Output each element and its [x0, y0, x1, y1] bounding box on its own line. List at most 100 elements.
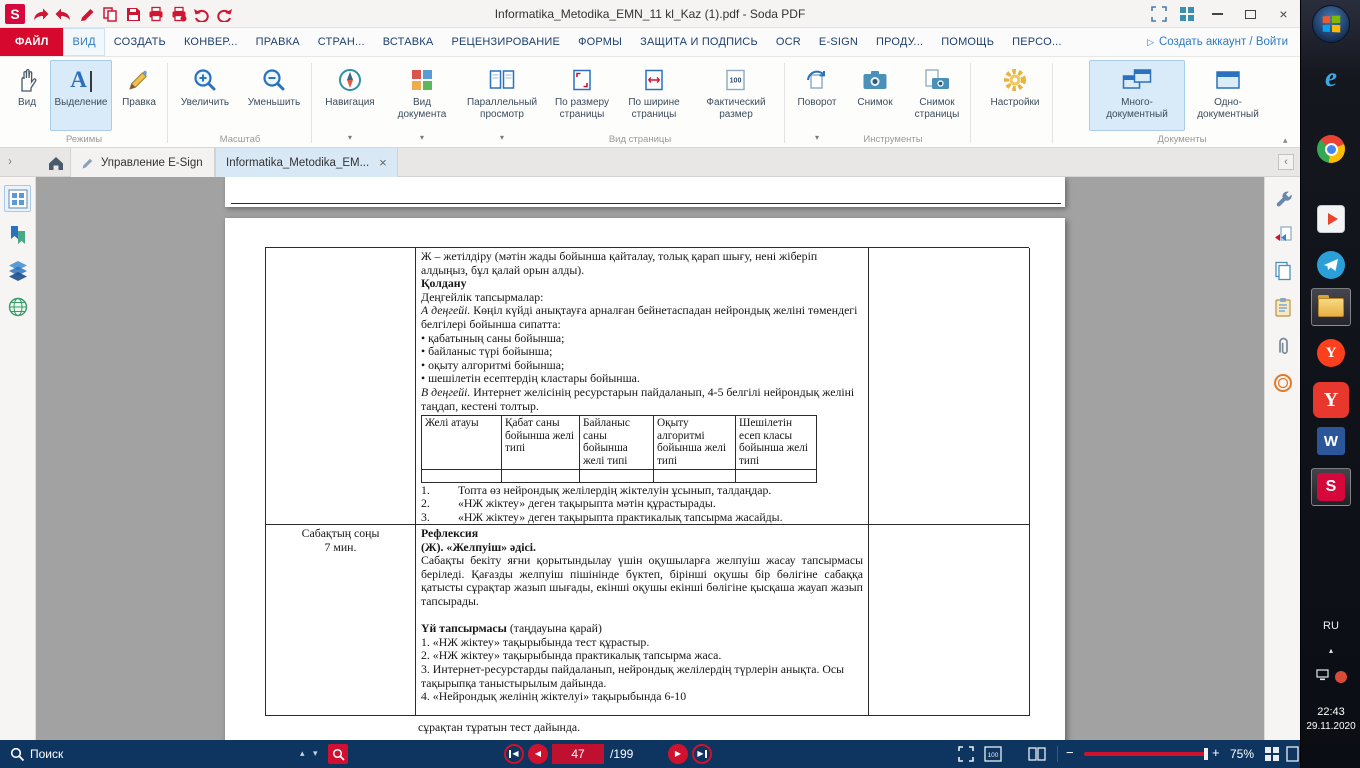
thumbnails-panel-icon[interactable]	[4, 185, 31, 212]
thumbnail-view-icon[interactable]	[1264, 746, 1280, 762]
document-view-button[interactable]: Вид документа	[388, 60, 456, 131]
language-indicator[interactable]: RU	[1301, 620, 1360, 632]
tab-close-icon[interactable]: ×	[379, 156, 387, 169]
clock-date[interactable]: 29.11.2020	[1301, 721, 1360, 732]
tray-expand-icon[interactable]: ▴	[1301, 646, 1360, 655]
ie-icon[interactable]: e	[1316, 62, 1346, 92]
explorer-folder-icon[interactable]	[1311, 288, 1351, 326]
undo-icon[interactable]	[193, 5, 210, 22]
account-link[interactable]: ▷ Создать аккаунт / Войти	[1147, 28, 1300, 56]
dropdown-arrow-icon[interactable]: ▾	[815, 133, 819, 142]
clipboard-icon[interactable]	[1269, 293, 1296, 320]
web-panel-icon[interactable]	[4, 293, 31, 320]
panel-left-chevron-icon[interactable]: ›	[8, 155, 12, 167]
layout-grid-icon[interactable]	[1175, 4, 1199, 24]
next-page-button[interactable]: ▶	[668, 744, 688, 764]
menu-ocr[interactable]: OCR	[767, 28, 810, 56]
zoom-out-button[interactable]: −	[1066, 746, 1074, 759]
maximize-button[interactable]	[1236, 3, 1265, 25]
menu-esign[interactable]: E-SIGN	[810, 28, 867, 56]
copy-icon[interactable]	[101, 5, 118, 22]
menu-review[interactable]: РЕЦЕНЗИРОВАНИЕ	[442, 28, 569, 56]
page-arrows-icon[interactable]	[1269, 221, 1296, 248]
home-tab[interactable]	[44, 154, 68, 172]
zoom-in-button[interactable]: Увеличить	[172, 60, 238, 131]
menu-create[interactable]: СОЗДАТЬ	[105, 28, 175, 56]
redo-icon[interactable]	[216, 5, 233, 22]
single-document-button[interactable]: Одно-документный	[1188, 60, 1268, 131]
media-player-icon[interactable]	[1316, 204, 1346, 234]
dropdown-arrow-icon[interactable]: ▾	[420, 133, 424, 142]
dropdown-arrow-icon[interactable]: ▾	[500, 133, 504, 142]
actual-size-button-ribbon[interactable]: 100 Фактический размер	[692, 60, 780, 131]
menu-file[interactable]: ФАЙЛ	[0, 28, 63, 56]
tab-esign-management[interactable]: Управление E-Sign	[70, 148, 215, 177]
menu-personalize[interactable]: ПЕРСО...	[1003, 28, 1070, 56]
zoom-in-button[interactable]: +	[1212, 746, 1220, 759]
panel-right-chevron-icon[interactable]: ‹	[1278, 154, 1294, 170]
pages-panel-icon[interactable]	[1269, 257, 1296, 284]
parallel-view-button[interactable]: Параллельный просмотр	[459, 60, 545, 131]
telegram-icon[interactable]	[1316, 250, 1346, 280]
menu-convert[interactable]: КОНВЕР...	[175, 28, 247, 56]
single-page-view-icon[interactable]	[1286, 746, 1300, 762]
page-number-input[interactable]: 47	[552, 744, 604, 764]
titlebar[interactable]: S Informatika_Metodika_EMN_11 kl_Kaz (1)…	[0, 0, 1300, 28]
expand-view-icon[interactable]	[1147, 4, 1171, 24]
previous-page-button[interactable]: ◀	[528, 744, 548, 764]
menu-edit[interactable]: ПРАВКА	[247, 28, 309, 56]
dropdown-arrow-icon[interactable]: ▾	[348, 133, 352, 142]
search-button[interactable]	[328, 744, 348, 764]
edit-annotation-icon[interactable]	[78, 5, 95, 22]
save-icon[interactable]	[124, 5, 141, 22]
zoom-slider[interactable]	[1084, 752, 1206, 756]
fit-page-button[interactable]: По размеру страницы	[548, 60, 616, 131]
bookmarks-panel-icon[interactable]	[4, 221, 31, 248]
rotate-button[interactable]: Поворот	[791, 60, 843, 131]
yandex-app-icon[interactable]: Y	[1313, 382, 1349, 418]
settings-button[interactable]: Настройки	[981, 60, 1049, 131]
menu-pages[interactable]: СТРАН...	[309, 28, 374, 56]
last-page-button[interactable]: ▶	[692, 744, 712, 764]
start-button[interactable]	[1312, 5, 1350, 43]
layers-panel-icon[interactable]	[4, 257, 31, 284]
tools-wrench-icon[interactable]	[1269, 185, 1296, 212]
print-setup-icon[interactable]	[170, 5, 187, 22]
menu-help[interactable]: ПОМОЩЬ	[932, 28, 1003, 56]
minimize-button[interactable]	[1203, 3, 1232, 25]
multi-document-button[interactable]: Много-документный	[1089, 60, 1185, 131]
selection-mode-button[interactable]: A Выделение	[50, 60, 112, 131]
menu-secure-sign[interactable]: ЗАЩИТА И ПОДПИСЬ	[631, 28, 767, 56]
close-button[interactable]: ×	[1269, 3, 1298, 25]
document-area[interactable]: Ж – жетілдіру (мәтін жады бойынша қайтал…	[36, 177, 1264, 740]
menu-insert[interactable]: ВСТАВКА	[374, 28, 443, 56]
tab-document[interactable]: Informatika_Metodika_EM... ×	[215, 148, 398, 177]
tray-app-icon[interactable]	[1335, 671, 1347, 683]
facing-pages-icon[interactable]	[1028, 746, 1046, 762]
actual-size-status-icon[interactable]: 100	[984, 746, 1002, 762]
word-icon[interactable]: W	[1316, 426, 1346, 456]
send-icon[interactable]	[32, 5, 49, 22]
menu-products[interactable]: ПРОДУ...	[867, 28, 932, 56]
fullscreen-icon[interactable]	[958, 746, 974, 762]
collapse-ribbon-icon[interactable]: ▴	[1283, 135, 1288, 146]
clock-time[interactable]: 22:43	[1301, 706, 1360, 718]
fit-width-button[interactable]: По ширине страницы	[619, 60, 689, 131]
search-prev-icon[interactable]: ▴	[300, 749, 305, 758]
page-snapshot-button[interactable]: Снимок страницы	[906, 60, 968, 131]
sodapdf-taskbar-icon[interactable]: S	[1311, 468, 1351, 506]
tray-network-icon[interactable]	[1316, 668, 1329, 686]
navigation-button[interactable]: Навигация	[317, 60, 383, 131]
zoom-out-button[interactable]: Уменьшить	[240, 60, 308, 131]
view-mode-button[interactable]: Вид	[6, 60, 48, 131]
menu-forms[interactable]: ФОРМЫ	[569, 28, 631, 56]
edit-mode-button[interactable]: Правка	[114, 60, 164, 131]
first-page-button[interactable]: ◀	[504, 744, 524, 764]
search-label[interactable]: Поиск	[30, 747, 63, 761]
menu-view[interactable]: ВИД	[63, 28, 104, 56]
zoom-slider-knob[interactable]	[1204, 748, 1208, 760]
chrome-icon[interactable]	[1316, 134, 1346, 164]
zoom-level[interactable]: 75%	[1230, 747, 1254, 761]
search-next-icon[interactable]: ▾	[313, 749, 318, 758]
attachments-paperclip-icon[interactable]	[1269, 333, 1296, 360]
